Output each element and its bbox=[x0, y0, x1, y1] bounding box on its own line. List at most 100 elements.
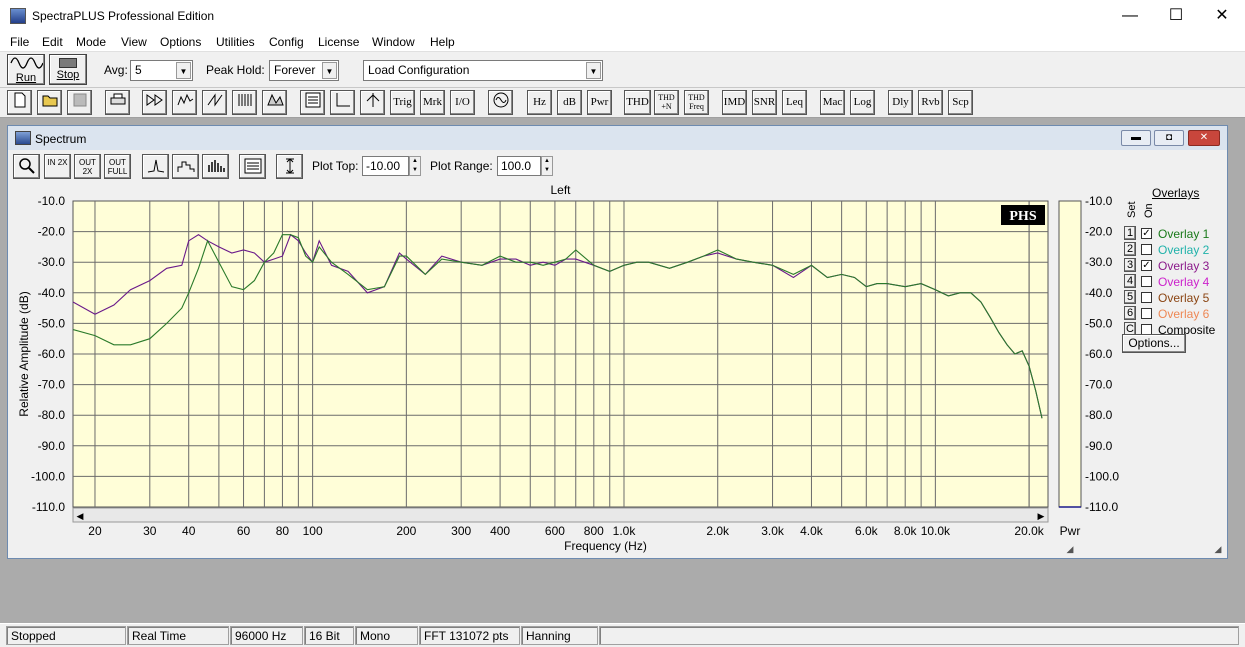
db-button[interactable]: dB bbox=[557, 90, 582, 115]
stop-button[interactable]: Stop bbox=[49, 54, 87, 85]
io-button[interactable]: I/O bbox=[450, 90, 475, 115]
resize-grip-icon: ◢ bbox=[1215, 544, 1222, 554]
axis-settings-button[interactable] bbox=[330, 90, 355, 115]
y-tick-label-right: -30.0 bbox=[1085, 255, 1113, 269]
signal-generator-button[interactable] bbox=[488, 90, 513, 115]
x-tick-label: 800 bbox=[584, 524, 604, 538]
channel-title: Left bbox=[550, 183, 571, 197]
delay-button[interactable]: Dly bbox=[888, 90, 913, 115]
save-button[interactable] bbox=[67, 90, 92, 115]
menu-mode[interactable]: Mode bbox=[76, 35, 106, 49]
pwr-bar-area bbox=[1058, 200, 1082, 508]
overlay-name: Overlay 4 bbox=[1158, 275, 1210, 289]
menu-config[interactable]: Config bbox=[269, 35, 304, 49]
menu-edit[interactable]: Edit bbox=[42, 35, 63, 49]
x-axis-label: Frequency (Hz) bbox=[564, 539, 647, 553]
view-settings-button[interactable] bbox=[300, 90, 325, 115]
overlay-set-button[interactable]: 4 bbox=[1124, 274, 1136, 288]
imd-button[interactable]: IMD bbox=[722, 90, 747, 115]
calibration-button[interactable] bbox=[360, 90, 385, 115]
spectrum-plot[interactable]: -10.0 -10.0 -20.0 -20.0 -30.0 -30.0 -40.0 -40.0… bbox=[8, 126, 1227, 558]
printer-icon bbox=[110, 93, 125, 105]
power-button[interactable]: Pwr bbox=[587, 90, 612, 115]
spectrum-mode-button[interactable] bbox=[172, 90, 197, 115]
log-button[interactable]: Log bbox=[850, 90, 875, 115]
x-tick-label: 1.0k bbox=[613, 524, 637, 538]
overlay-checkbox[interactable] bbox=[1141, 308, 1152, 319]
macro-button[interactable]: Mac bbox=[820, 90, 845, 115]
folder-icon bbox=[42, 95, 57, 107]
axis-icon bbox=[336, 93, 350, 107]
menu-options[interactable]: Options bbox=[160, 35, 201, 49]
overlay-checkbox[interactable] bbox=[1141, 292, 1152, 303]
status-empty bbox=[599, 626, 1239, 645]
overlay-set-button[interactable]: 3 bbox=[1124, 258, 1136, 272]
menu-file[interactable]: File bbox=[10, 35, 29, 49]
x-tick-label: 20 bbox=[88, 524, 102, 538]
stop-icon bbox=[59, 58, 77, 68]
open-file-button[interactable] bbox=[37, 90, 62, 115]
overlay-set-button[interactable]: 5 bbox=[1124, 290, 1136, 304]
menu-utilities[interactable]: Utilities bbox=[216, 35, 255, 49]
status-mode: Real Time bbox=[127, 626, 229, 645]
spectrogram-icon bbox=[238, 94, 251, 106]
scope-button[interactable]: Scp bbox=[948, 90, 973, 115]
3d-surface-button[interactable] bbox=[262, 90, 287, 115]
overlay-options-button[interactable]: Options... bbox=[1122, 334, 1186, 353]
y-tick-label-right: -50.0 bbox=[1085, 316, 1113, 330]
x-tick-label: 100 bbox=[303, 524, 323, 538]
overlay-checkbox[interactable] bbox=[1141, 276, 1152, 287]
minimize-button[interactable]: — bbox=[1107, 0, 1153, 32]
x-tick-label: 400 bbox=[490, 524, 510, 538]
x-tick-label: 80 bbox=[276, 524, 290, 538]
y-tick-label: -100.0 bbox=[31, 469, 65, 483]
thd-freq-button[interactable]: THD Freq bbox=[684, 90, 709, 115]
configuration-select[interactable]: Load Configuration ▼ bbox=[363, 60, 603, 81]
leq-button[interactable]: Leq bbox=[782, 90, 807, 115]
overlays-header: Overlays bbox=[1152, 186, 1200, 200]
overlay-set-button[interactable]: 2 bbox=[1124, 242, 1136, 256]
close-button[interactable]: ✕ bbox=[1199, 0, 1245, 32]
main-toolbar: Run Stop Avg: 5 ▼ Peak Hold: Forever ▼ Loa… bbox=[0, 52, 1245, 88]
status-fft-size: FFT 131072 pts bbox=[419, 626, 520, 645]
on-column-label: On bbox=[1143, 203, 1155, 218]
overlay-set-button[interactable]: 6 bbox=[1124, 306, 1136, 320]
y-tick-label: -60.0 bbox=[38, 347, 66, 361]
overlay-set-button[interactable]: 1 bbox=[1124, 226, 1136, 240]
reverb-button[interactable]: Rvb bbox=[918, 90, 943, 115]
print-button[interactable] bbox=[105, 90, 130, 115]
fast-forward-button[interactable] bbox=[142, 90, 167, 115]
time-series-button[interactable] bbox=[202, 90, 227, 115]
avg-select[interactable]: 5 ▼ bbox=[130, 60, 193, 81]
app-window: SpectraPLUS Professional Edition — ☐ ✕ F… bbox=[0, 0, 1245, 647]
menu-window[interactable]: Window bbox=[372, 35, 415, 49]
run-button[interactable]: Run bbox=[7, 54, 45, 85]
x-tick-label: 2.0k bbox=[706, 524, 730, 538]
status-channels: Mono bbox=[355, 626, 418, 645]
spectrogram-button[interactable] bbox=[232, 90, 257, 115]
snr-button[interactable]: SNR bbox=[752, 90, 777, 115]
overlay-checkbox[interactable]: ✓ bbox=[1141, 260, 1152, 271]
x-tick-label: 40 bbox=[182, 524, 196, 538]
x-tick-label: 300 bbox=[451, 524, 471, 538]
overlay-row: 4 Overlay 4 bbox=[1122, 274, 1226, 290]
hz-button[interactable]: Hz bbox=[527, 90, 552, 115]
thd-button[interactable]: THD bbox=[624, 90, 651, 115]
x-tick-label: 60 bbox=[237, 524, 251, 538]
menu-help[interactable]: Help bbox=[430, 35, 455, 49]
menu-view[interactable]: View bbox=[121, 35, 147, 49]
new-file-button[interactable] bbox=[7, 90, 32, 115]
3d-surface-icon bbox=[266, 93, 284, 106]
thd-n-button[interactable]: THD +N bbox=[654, 90, 679, 115]
overlay-checkbox[interactable]: ✓ bbox=[1141, 228, 1152, 239]
trigger-button[interactable]: Trig bbox=[390, 90, 415, 115]
y-tick-label-right: -40.0 bbox=[1085, 286, 1113, 300]
menu-license[interactable]: License bbox=[318, 35, 359, 49]
marker-button[interactable]: Mrk bbox=[420, 90, 445, 115]
maximize-button[interactable]: ☐ bbox=[1153, 0, 1199, 32]
save-icon bbox=[73, 93, 86, 107]
overlay-checkbox[interactable] bbox=[1141, 244, 1152, 255]
peak-hold-select[interactable]: Forever ▼ bbox=[269, 60, 339, 81]
overlay-name: Overlay 6 bbox=[1158, 307, 1210, 321]
scroll-right-icon: ▶ bbox=[1038, 511, 1045, 521]
